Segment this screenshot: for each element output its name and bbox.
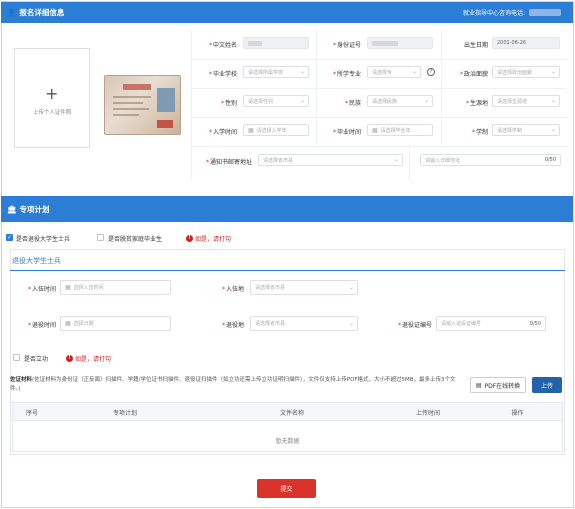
ethnic-select[interactable]: 请选择民族 ⌄ (367, 95, 433, 107)
merit-checkbox-label: 是否立功 (24, 356, 49, 363)
dob-label: 出生日期 (463, 42, 488, 49)
column-header: 序号 (25, 410, 38, 417)
user-icon: 👤 (7, 8, 17, 17)
enlist-time-picker[interactable]: ▦ 选择入伍时间 (60, 280, 171, 295)
system-label: *学制 (471, 129, 488, 136)
gender-select[interactable]: 请选择性别 ⌄ (243, 95, 309, 107)
merit-warning: ! 如是，请打勾 (66, 354, 111, 363)
enlist-place-select[interactable]: 请选择省市县 ⌄ (250, 280, 358, 295)
chevron-down-icon: ⌄ (550, 97, 556, 104)
pdf-convert-button[interactable]: ▤ PDF在线转换 (470, 377, 526, 393)
retire-place-select[interactable]: 请选择省市县 ⌄ (250, 316, 358, 331)
dob-field: 2001-06-26 (492, 37, 560, 49)
chevron-down-icon: ⌄ (348, 320, 354, 327)
address-detail-input[interactable]: 请输入详细地址 0/50 (420, 154, 561, 166)
column-header: 操作 (511, 410, 524, 417)
address-char-count: 0/50 (544, 157, 556, 163)
calendar-icon: ▦ (65, 320, 71, 327)
empty-state: 暂无数据 (275, 438, 300, 445)
section-header-special-plan: 🏛 专项计划 (1, 196, 573, 222)
origin-select[interactable]: 请选择生源地 ⌄ (492, 95, 560, 107)
enroll-date-picker[interactable]: ▦ 请选择入学年 (243, 124, 309, 136)
grid-divider (191, 146, 567, 147)
id-number-label: *身份证号 (332, 42, 361, 49)
major-label: *所学专业 (332, 71, 361, 78)
veteran-section-title: 退役大学生士兵 (12, 257, 61, 265)
calendar-icon: ▦ (372, 126, 378, 134)
document-icon: ▤ (475, 381, 482, 389)
column-header: 上传时间 (415, 410, 440, 417)
evidence-table: 序号 专项计划 文件名称 上传时间 操作 暂无数据 (12, 402, 563, 452)
enroll-label: *入学时间 (208, 129, 237, 136)
address-label: *通知书邮寄地址 (205, 159, 252, 166)
plan-warning: ! 如是，请打勾 (186, 234, 231, 243)
chevron-down-icon: ⌄ (411, 68, 417, 75)
evidence-note: 佐证材料(佐证材料为身份证（正反面）扫描件、学籍/学位证书扫描件、退役证扫描件（… (10, 377, 456, 392)
divider (10, 270, 565, 271)
gender-label: *性别 (220, 100, 237, 107)
chevron-down-icon: ⌄ (393, 156, 399, 163)
upload-button[interactable]: 上传 (532, 377, 562, 393)
grid-divider (191, 88, 567, 89)
id-card-image (104, 75, 181, 135)
cert-number-label: *退役证编号 (397, 322, 432, 329)
retire-time-picker[interactable]: ▦ 选择日期 (60, 316, 171, 331)
column-header: 文件名称 (279, 410, 304, 417)
column-header: 专项计划 (112, 410, 137, 417)
chevron-down-icon: ⌄ (423, 97, 429, 104)
id-number-field[interactable] (367, 37, 433, 49)
alert-icon: ! (186, 235, 193, 242)
origin-label: *生源地 (465, 100, 488, 107)
cert-number-input[interactable]: 请输入退役证编号 0/50 (436, 316, 546, 331)
plus-icon: + (45, 84, 59, 103)
help-icon[interactable]: ? (427, 68, 435, 76)
address-region-select[interactable]: 请选择省市县 ⌄ (258, 154, 403, 166)
grad-date-picker[interactable]: ▦ 请选择毕业年 (367, 124, 433, 136)
school-select[interactable]: 请选择所属学校 ⌄ (243, 66, 309, 78)
enlist-time-label: *入伍时间 (27, 286, 56, 293)
poverty-checkbox[interactable] (97, 234, 104, 241)
section-title: 报名详细信息 (19, 8, 65, 17)
calendar-icon: ▦ (248, 126, 254, 134)
system-select[interactable]: 请选择学制 ⌄ (492, 124, 560, 136)
hotline-label: 就业指导中心咨询电话: (462, 10, 525, 17)
submit-button[interactable]: 提交 (257, 479, 316, 498)
chevron-down-icon: ⌄ (299, 68, 305, 75)
major-select[interactable]: 请选择专 ⌄ (367, 66, 421, 78)
section-title: 专项计划 (19, 204, 50, 214)
photo-upload-label: 上传个人证件照 (32, 110, 72, 116)
calendar-icon: ▦ (65, 284, 71, 291)
name-label: *中文姓名 (208, 42, 237, 49)
grad-label: *毕业时间 (332, 129, 361, 136)
alert-icon: ! (66, 355, 73, 362)
section-header-registration: 👤 报名详细信息 就业指导中心咨询电话: (1, 2, 573, 23)
name-field[interactable] (243, 37, 309, 49)
school-label: *毕业学校 (208, 71, 237, 78)
building-icon: 🏛 (7, 204, 17, 214)
table-header: 序号 专项计划 文件名称 上传时间 操作 (13, 403, 562, 421)
grid-divider (191, 117, 567, 118)
politics-select[interactable]: 请选择政治面貌 ⌄ (492, 66, 560, 78)
photo-upload[interactable]: + 上传个人证件照 (14, 48, 90, 148)
hotline-redacted (529, 9, 561, 16)
retire-place-label: *退役地 (221, 322, 244, 329)
grid-divider (409, 147, 410, 180)
ethnic-label: *民族 (344, 100, 361, 107)
merit-checkbox[interactable] (13, 354, 20, 361)
enlist-place-label: *入伍地 (221, 286, 244, 293)
chevron-down-icon: ⌄ (550, 68, 556, 75)
chevron-down-icon: ⌄ (348, 284, 354, 291)
retire-time-label: *退役时间 (27, 322, 56, 329)
grid-divider (191, 59, 567, 60)
veteran-checkbox[interactable]: ✓ (6, 234, 13, 241)
evidence-title: 佐证材料 (10, 377, 33, 383)
chevron-down-icon: ⌄ (550, 126, 556, 133)
poverty-checkbox-label: 是否脱贫家庭毕业生 (108, 236, 163, 243)
veteran-checkbox-label: 是否退役大学生士兵 (16, 236, 71, 243)
cert-char-count: 0/50 (529, 320, 541, 327)
chevron-down-icon: ⌄ (299, 97, 305, 104)
politics-label: *政治面貌 (459, 71, 488, 78)
